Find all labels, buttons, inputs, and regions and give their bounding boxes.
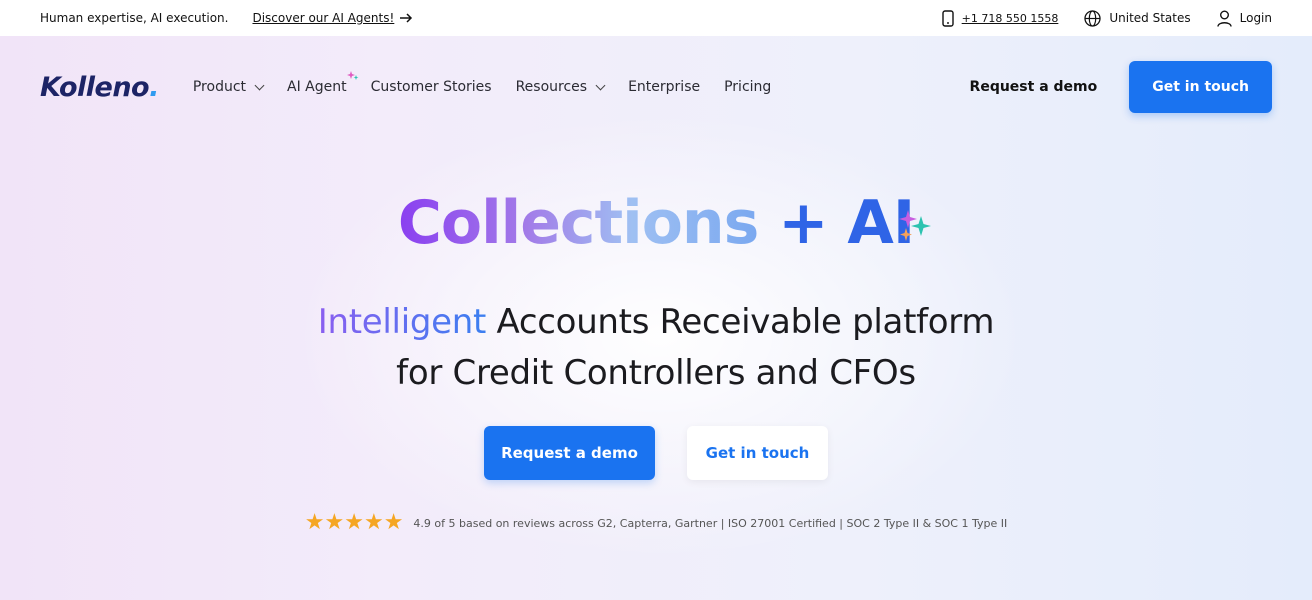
chevron-down-icon (595, 80, 606, 90)
nav-item-pricing[interactable]: Pricing (724, 79, 771, 95)
main-nav: Kolleno. Product AI Agent Customer Stori… (40, 60, 1272, 114)
nav-item-resources[interactable]: Resources (515, 79, 606, 95)
nav-item-label: Pricing (724, 79, 772, 95)
phone-contact[interactable]: +1 718 550 1558 (941, 9, 1059, 27)
nav-item-product[interactable]: Product (192, 79, 265, 95)
hero-subheadline: Intelligent Accounts Receivable platform… (0, 297, 1312, 399)
phone-icon (941, 9, 954, 27)
headline-plus-ai: + AI (758, 188, 915, 258)
tagline: Human expertise, AI execution. (40, 11, 229, 25)
kolleno-logo[interactable]: Kolleno. (40, 72, 159, 103)
nav-get-in-touch-button[interactable]: Get in touch (1129, 61, 1272, 113)
logo-text: Kolleno (40, 71, 150, 103)
login-link[interactable]: Login (1216, 10, 1272, 27)
phone-number: +1 718 550 1558 (961, 11, 1059, 25)
subhead-line-1: Intelligent Accounts Receivable platform (0, 297, 1312, 348)
hero-request-demo-button[interactable]: Request a demo (484, 426, 655, 480)
nav-item-ai-agent[interactable]: AI Agent (287, 71, 359, 95)
subhead-line-2: for Credit Controllers and CFOs (396, 353, 916, 393)
sparkle-icon (899, 210, 931, 241)
hero-get-in-touch-button[interactable]: Get in touch (687, 426, 828, 480)
nav-item-enterprise[interactable]: Enterprise (628, 79, 700, 95)
headline-collections: Collections (397, 188, 760, 258)
chevron-down-icon (254, 80, 265, 90)
sparkle-icon (346, 71, 359, 80)
nav-item-customer-stories[interactable]: Customer Stories (371, 79, 492, 95)
nav-menu: Product AI Agent Customer Stories Resour… (192, 71, 771, 95)
user-icon (1216, 10, 1232, 27)
globe-icon (1084, 9, 1102, 27)
nav-request-demo-link[interactable]: Request a demo (970, 79, 1098, 95)
region-label: United States (1109, 11, 1191, 25)
hero-headline: Collections + AI (0, 188, 1312, 258)
nav-item-label: Enterprise (628, 79, 701, 95)
nav-item-label: Resources (515, 79, 588, 95)
nav-item-label: Customer Stories (370, 79, 492, 95)
announcement-bar: Human expertise, AI execution. Discover … (0, 0, 1312, 36)
star-icon: ★★★★★ (304, 510, 404, 535)
rating-bar: ★★★★★ 4.9 of 5 based on reviews across G… (0, 512, 1312, 534)
subhead-highlight: Intelligent (317, 302, 487, 342)
discover-ai-agents-link[interactable]: Discover our AI Agents! (252, 11, 413, 25)
login-label: Login (1239, 11, 1272, 25)
region-selector[interactable]: United States (1084, 9, 1191, 27)
arrow-right-icon (400, 13, 413, 23)
hero-cta-group: Request a demo Get in touch (0, 426, 1312, 480)
rating-text: 4.9 of 5 based on reviews across G2, Cap… (413, 516, 1008, 530)
subhead-line-1-rest: Accounts Receivable platform (486, 302, 995, 342)
nav-item-label: AI Agent (287, 79, 347, 95)
discover-ai-agents-label: Discover our AI Agents! (252, 11, 395, 25)
logo-dot: . (149, 71, 159, 103)
nav-item-label: Product (192, 79, 247, 95)
